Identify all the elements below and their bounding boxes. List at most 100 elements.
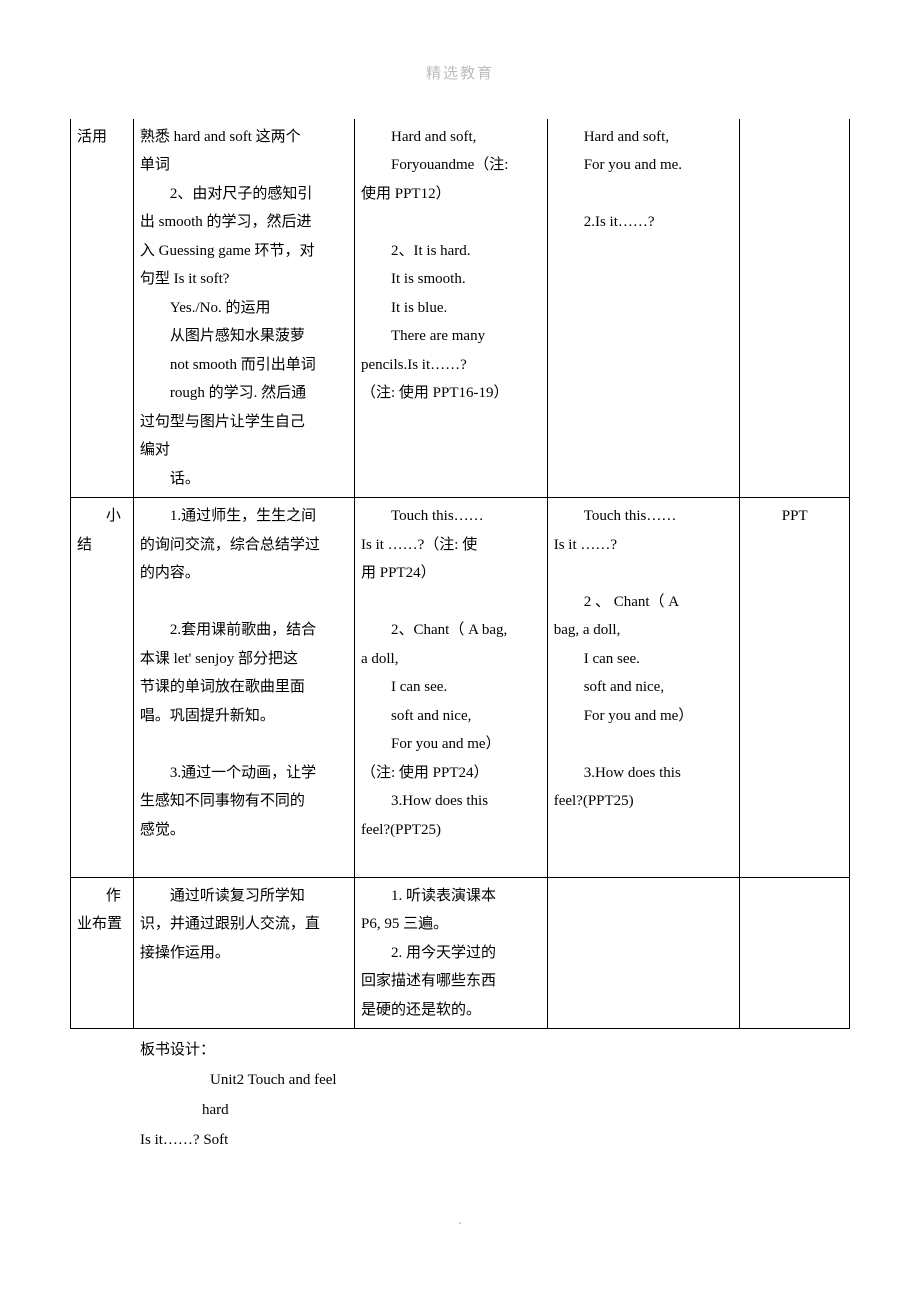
text: 入 Guessing game 环节，对 bbox=[140, 237, 348, 266]
cell-resource bbox=[740, 119, 850, 498]
text: 小 bbox=[77, 502, 127, 531]
text: 本课 let' senjoy 部分把这 bbox=[140, 645, 348, 674]
text: I can see. bbox=[554, 645, 734, 674]
text: Yes./No. 的运用 bbox=[140, 294, 348, 323]
page-dot: . bbox=[70, 1205, 850, 1235]
cell-objective: 1.通过师生，生生之间 的询问交流，综合总结学过 的内容。 2.套用课前歌曲，结… bbox=[133, 498, 354, 878]
text: 编对 bbox=[140, 436, 348, 465]
text: 接操作运用。 bbox=[140, 939, 348, 968]
text: Touch this…… bbox=[361, 502, 541, 531]
text: 2.Is it……? bbox=[554, 208, 734, 237]
text: soft and nice, bbox=[361, 702, 541, 731]
text: For you and me. bbox=[554, 151, 734, 180]
text: 用 PPT24） bbox=[361, 559, 541, 588]
board-design-unit: Unit2 Touch and feel bbox=[210, 1065, 850, 1095]
text: 单词 bbox=[140, 151, 348, 180]
text: Is it ……? bbox=[554, 531, 734, 560]
text bbox=[140, 730, 348, 759]
table-row: 作 业布置 通过听读复习所学知 识，并通过跟别人交流，直 接操作运用。 1. 听… bbox=[71, 877, 850, 1029]
text bbox=[361, 588, 541, 617]
text: 3.How does this bbox=[361, 787, 541, 816]
text: 句型 Is it soft? bbox=[140, 265, 348, 294]
text: 出 smooth 的学习，然后进 bbox=[140, 208, 348, 237]
text: 熟悉 hard and soft 这两个 bbox=[140, 123, 348, 152]
text: 回家描述有哪些东西 bbox=[361, 967, 541, 996]
text bbox=[140, 588, 348, 617]
text: Hard and soft, bbox=[554, 123, 734, 152]
text: 活用 bbox=[77, 123, 127, 152]
text: feel?(PPT25) bbox=[361, 816, 541, 845]
text: （注: 使用 PPT16-19） bbox=[361, 379, 541, 408]
text: （注: 使用 PPT24） bbox=[361, 759, 541, 788]
text: P6, 95 三遍。 bbox=[361, 910, 541, 939]
text: 话。 bbox=[140, 465, 348, 494]
text: 1.通过师生，生生之间 bbox=[140, 502, 348, 531]
text bbox=[554, 559, 734, 588]
text: 节课的单词放在歌曲里面 bbox=[140, 673, 348, 702]
board-design-section: 板书设计： Unit2 Touch and feel hard Is it……?… bbox=[70, 1035, 850, 1155]
text: I can see. bbox=[361, 673, 541, 702]
cell-student-activity: Touch this…… Is it ……? 2 、 Chant（ A bag,… bbox=[547, 498, 740, 878]
board-design-word-hard: hard bbox=[202, 1095, 850, 1125]
cell-resource bbox=[740, 877, 850, 1029]
text: Is it ……?（注: 使 bbox=[361, 531, 541, 560]
text bbox=[140, 844, 348, 873]
cell-teacher-activity: Touch this…… Is it ……?（注: 使 用 PPT24） 2、C… bbox=[354, 498, 547, 878]
text: not smooth 而引出单词 bbox=[140, 351, 348, 380]
text: 从图片感知水果菠萝 bbox=[140, 322, 348, 351]
text bbox=[554, 730, 734, 759]
table-row: 小 结 1.通过师生，生生之间 的询问交流，综合总结学过 的内容。 2.套用课前… bbox=[71, 498, 850, 878]
text: soft and nice, bbox=[554, 673, 734, 702]
text: Foryouandme（注: bbox=[361, 151, 541, 180]
text: Hard and soft, bbox=[361, 123, 541, 152]
text: 2.套用课前歌曲，结合 bbox=[140, 616, 348, 645]
text: 使用 PPT12） bbox=[361, 180, 541, 209]
cell-teacher-activity: 1. 听读表演课本 P6, 95 三遍。 2. 用今天学过的 回家描述有哪些东西… bbox=[354, 877, 547, 1029]
text: Touch this…… bbox=[554, 502, 734, 531]
text: There are many bbox=[361, 322, 541, 351]
row-label-huoyong: 活用 bbox=[71, 119, 134, 498]
text: bag, a doll, bbox=[554, 616, 734, 645]
board-design-title: 板书设计： bbox=[140, 1035, 850, 1065]
text: 2、It is hard. bbox=[361, 237, 541, 266]
text: 2. 用今天学过的 bbox=[361, 939, 541, 968]
text: 唱。巩固提升新知。 bbox=[140, 702, 348, 731]
row-label-zuoye: 作 业布置 bbox=[71, 877, 134, 1029]
text: PPT bbox=[746, 502, 843, 531]
text: pencils.Is it……? bbox=[361, 351, 541, 380]
text: 的询问交流，综合总结学过 bbox=[140, 531, 348, 560]
cell-student-activity: Hard and soft, For you and me. 2.Is it……… bbox=[547, 119, 740, 498]
text: 通过听读复习所学知 bbox=[140, 882, 348, 911]
text: 3.通过一个动画，让学 bbox=[140, 759, 348, 788]
text: 2、Chant（ A bag, bbox=[361, 616, 541, 645]
text: a doll, bbox=[361, 645, 541, 674]
cell-resource: PPT bbox=[740, 498, 850, 878]
page-header-watermark: 精选教育 bbox=[70, 60, 850, 89]
text: For you and me） bbox=[361, 730, 541, 759]
text: 的内容。 bbox=[140, 559, 348, 588]
text: 作 bbox=[77, 882, 127, 911]
row-label-xiaojie: 小 结 bbox=[71, 498, 134, 878]
text: feel?(PPT25) bbox=[554, 787, 734, 816]
text bbox=[554, 180, 734, 209]
text: 3.How does this bbox=[554, 759, 734, 788]
text: rough 的学习. 然后通 bbox=[140, 379, 348, 408]
text bbox=[361, 208, 541, 237]
text: 2 、 Chant（ A bbox=[554, 588, 734, 617]
cell-objective: 熟悉 hard and soft 这两个 单词 2、由对尺子的感知引 出 smo… bbox=[133, 119, 354, 498]
cell-objective: 通过听读复习所学知 识，并通过跟别人交流，直 接操作运用。 bbox=[133, 877, 354, 1029]
text: 2、由对尺子的感知引 bbox=[140, 180, 348, 209]
text: 1. 听读表演课本 bbox=[361, 882, 541, 911]
text: 识，并通过跟别人交流，直 bbox=[140, 910, 348, 939]
text: It is smooth. bbox=[361, 265, 541, 294]
text: 是硬的还是软的。 bbox=[361, 996, 541, 1025]
text: 生感知不同事物有不同的 bbox=[140, 787, 348, 816]
table-row: 活用 熟悉 hard and soft 这两个 单词 2、由对尺子的感知引 出 … bbox=[71, 119, 850, 498]
cell-student-activity bbox=[547, 877, 740, 1029]
text: 业布置 bbox=[77, 910, 127, 939]
text: 过句型与图片让学生自己 bbox=[140, 408, 348, 437]
lesson-plan-table: 活用 熟悉 hard and soft 这两个 单词 2、由对尺子的感知引 出 … bbox=[70, 119, 850, 1030]
text: 感觉。 bbox=[140, 816, 348, 845]
board-design-sentence: Is it……? Soft bbox=[140, 1125, 850, 1155]
cell-teacher-activity: Hard and soft, Foryouandme（注: 使用 PPT12） … bbox=[354, 119, 547, 498]
